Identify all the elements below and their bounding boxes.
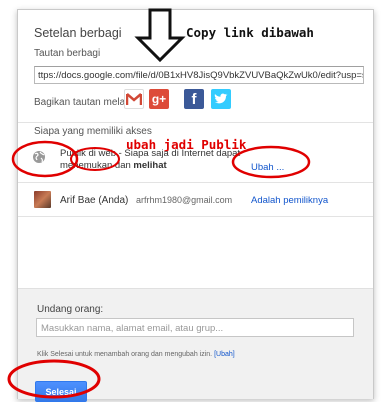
- share-link-label: Tautan berbagi: [34, 48, 101, 59]
- owner-name: Arif Bae (Anda): [60, 195, 129, 206]
- public-access-description: Publik di web - Siapa saja di Internet d…: [60, 148, 240, 172]
- owner-email: arfrhm1980@gmail.com: [136, 195, 233, 205]
- invite-hint-link[interactable]: [Ubah]: [214, 351, 235, 358]
- twitter-icon[interactable]: [211, 89, 231, 109]
- public-access-line2-prefix: menemukan dan: [60, 160, 134, 171]
- share-link-input[interactable]: ttps://docs.google.com/file/d/0B1xHV8Jis…: [34, 66, 364, 84]
- share-via-label: Bagikan tautan melalui:: [34, 97, 138, 108]
- divider: [18, 216, 373, 217]
- invite-input[interactable]: Masukkan nama, alamat email, atau grup..…: [36, 318, 354, 337]
- divider: [18, 122, 373, 123]
- public-access-line2: menemukan dan melihat: [60, 160, 240, 172]
- copy-link-annotation: Copy link dibawah: [186, 25, 314, 40]
- done-button[interactable]: Selesai: [35, 381, 87, 402]
- public-access-line1: Publik di web - Siapa saja di Internet d…: [60, 148, 241, 159]
- divider: [18, 182, 373, 183]
- share-settings-dialog: Setelan berbagi × Copy link dibawah Taut…: [17, 9, 374, 402]
- facebook-icon[interactable]: f: [184, 89, 204, 109]
- change-access-link[interactable]: Ubah ...: [251, 162, 284, 173]
- invite-hint-text: Klik Selesai untuk menambah orang dan me…: [37, 351, 213, 358]
- public-access-permission: melihat: [133, 160, 167, 171]
- access-label: Siapa yang memiliki akses: [34, 126, 152, 137]
- avatar: [34, 191, 51, 208]
- invite-hint: Klik Selesai untuk menambah orang dan me…: [37, 351, 235, 358]
- owner-role: Adalah pemiliknya: [251, 195, 329, 206]
- globe-icon: [32, 150, 46, 169]
- dialog-title: Setelan berbagi: [34, 26, 122, 40]
- invite-label: Undang orang:: [37, 304, 104, 315]
- gmail-icon[interactable]: [124, 89, 144, 109]
- google-plus-icon[interactable]: g+: [149, 89, 169, 109]
